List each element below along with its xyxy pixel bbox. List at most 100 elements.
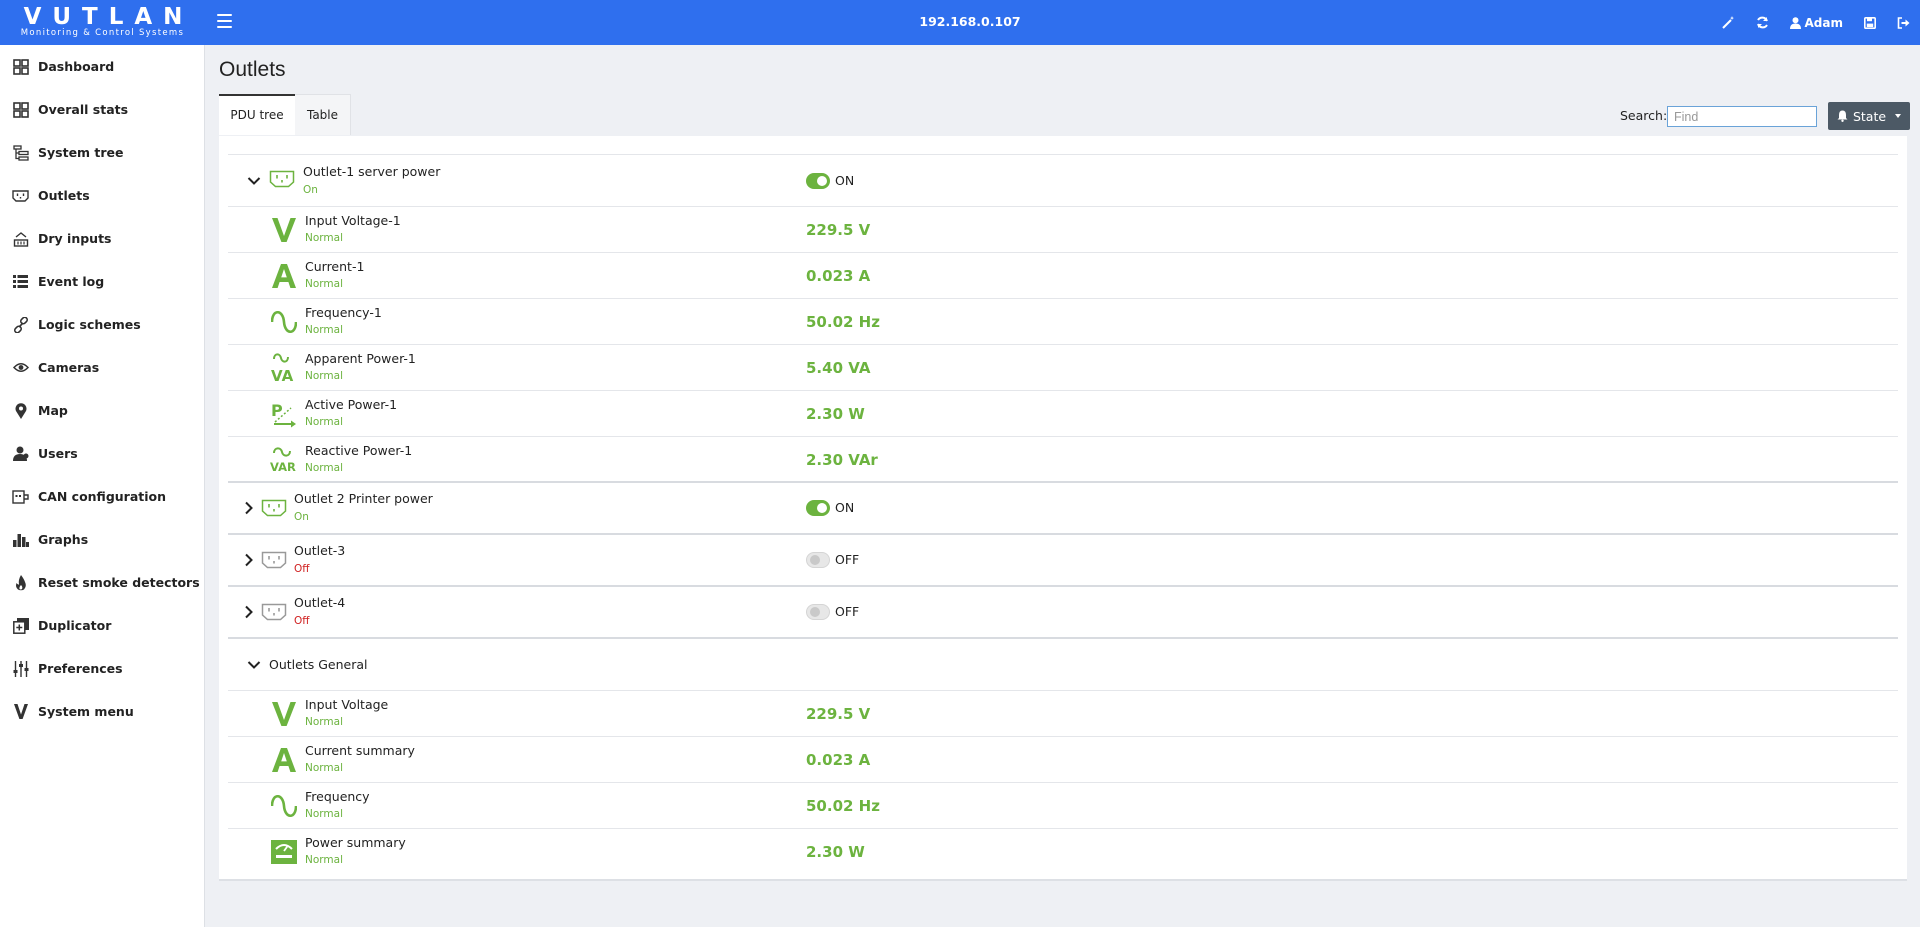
sidebar-item-label: Map [38,403,68,418]
sidebar-item-dashboard[interactable]: Dashboard [0,45,204,88]
chevron-right-icon[interactable] [242,501,256,515]
sidebar-item-reset-smoke-detectors[interactable]: Reset smoke detectors [0,561,204,604]
sensor-name: Input Voltage-1 [305,213,401,228]
sidebar-item-label: Overall stats [38,102,129,117]
state-button-label: State [1852,108,1887,124]
sensor-row[interactable]: Input Voltage Normal 229.5 V [228,691,1898,737]
chevron-down-icon[interactable] [247,174,261,188]
sidebar-item-map[interactable]: Map [0,389,204,432]
caret-down-icon [1895,114,1902,118]
sidebar-item-can-configuration[interactable]: CAN configuration [0,475,204,518]
sidebar-item-logic-schemes[interactable]: Logic schemes [0,303,204,346]
sensor-value: 2.30 W [806,843,865,861]
svg-text:P: P [271,401,283,420]
sensor-name: Active Power-1 [305,397,398,412]
sidebar-item-users[interactable]: Users [0,432,204,475]
chevron-right-icon[interactable] [242,605,256,619]
sensor-status: Normal [305,324,343,336]
outlets-general-row[interactable]: Outlets General [228,639,1898,691]
sensor-row[interactable]: Input Voltage-1 Normal 229.5 V [228,207,1898,253]
svg-text:VAR: VAR [270,460,296,473]
sensor-name: Input Voltage [305,697,389,712]
sensor-status: Normal [305,278,343,290]
group-title: Outlets General [269,657,368,672]
user-name: Adam [1804,15,1843,30]
tab-pdu-tree[interactable]: PDU tree [219,94,295,135]
voltage-icon [270,214,298,246]
sensor-row[interactable]: Current summary Normal 0.023 A [228,737,1898,783]
sidebar-item-preferences[interactable]: Preferences [0,647,204,690]
pdu-tree-panel: Outlet-1 server power On ON Input Voltag… [219,136,1907,881]
sidebar-item-label: Dashboard [38,59,115,74]
sensor-name: Power summary [305,835,406,850]
fire-icon [12,574,29,591]
search-input[interactable] [1667,106,1817,127]
sensor-status: Normal [305,370,343,382]
sensor-name: Reactive Power-1 [305,443,413,458]
sidebar-item-label: Dry inputs [38,231,112,246]
sidebar-item-system-menu[interactable]: System menu [0,690,204,733]
sensor-value: 2.30 W [806,405,865,423]
outlet-icon [12,187,29,204]
outlet-row[interactable]: Outlet-3 Off OFF [228,535,1898,587]
outlet-row[interactable]: Outlet-1 server power On ON [228,155,1898,207]
sidebar-item-duplicator[interactable]: Duplicator [0,604,204,647]
sensor-row[interactable]: Frequency Normal 50.02 Hz [228,783,1898,829]
outlet-state: On [303,184,318,196]
bell-icon [1837,110,1848,122]
grid-icon [12,101,29,118]
hamburger-menu-icon[interactable] [217,14,232,28]
voltage-icon [270,698,298,730]
outlet-row[interactable]: Outlet 2 Printer power On ON [228,483,1898,535]
apparent-power-icon: VA [270,352,298,384]
outlet-row[interactable]: Outlet-4 Off OFF [228,587,1898,639]
sidebar-item-system-tree[interactable]: System tree [0,131,204,174]
sensor-row[interactable]: Power summary Normal 2.30 W [228,829,1898,875]
outlet-power-toggle[interactable] [806,552,830,568]
tab-table[interactable]: Table [295,94,351,135]
page-title: Outlets [219,58,286,81]
outlet-power-toggle[interactable] [806,172,830,189]
sensor-row[interactable]: VA Apparent Power-1 Normal 5.40 VA [228,345,1898,391]
list-icon [12,273,29,290]
sidebar-item-label: Outlets [38,188,90,203]
active-power-icon: P [270,398,298,430]
sidebar-item-label: System menu [38,704,134,719]
sensor-row[interactable]: P Active Power-1 Normal 2.30 W [228,391,1898,437]
sidebar-item-overall-stats[interactable]: Overall stats [0,88,204,131]
frequency-icon [270,790,298,822]
sidebar-item-cameras[interactable]: Cameras [0,346,204,389]
sensor-row[interactable]: Frequency-1 Normal 50.02 Hz [228,299,1898,345]
sidebar-item-dry-inputs[interactable]: Dry inputs [0,217,204,260]
vutlan-logo[interactable]: VUTLAN Monitoring & Control Systems [0,0,205,45]
state-filter-button[interactable]: State [1828,102,1910,130]
sensor-value: 0.023 A [806,751,871,769]
sensor-row[interactable]: Current-1 Normal 0.023 A [228,253,1898,299]
refresh-icon[interactable] [1756,16,1769,29]
outlet-state: Off [294,615,310,627]
outlet-name: Outlet-1 server power [303,164,441,179]
pdu-tree: Outlet-1 server power On ON Input Voltag… [228,154,1898,875]
user-menu[interactable]: Adam [1789,15,1843,30]
sensor-value: 229.5 V [806,221,871,239]
toggle-label: ON [835,172,855,188]
outlet-power-toggle[interactable] [806,604,830,620]
sensor-row[interactable]: VAR Reactive Power-1 Normal 2.30 VAr [228,437,1898,483]
outlet-state: Off [294,563,310,575]
outlet-power-toggle[interactable] [806,500,830,516]
chevron-down-icon[interactable] [247,658,261,672]
chevron-right-icon[interactable] [242,553,256,567]
sidebar-item-label: Preferences [38,661,123,676]
sidebar-item-graphs[interactable]: Graphs [0,518,204,561]
map-marker-icon [12,402,29,419]
save-icon[interactable] [1864,16,1876,29]
sidebar-item-outlets[interactable]: Outlets [0,174,204,217]
sensor-status: Normal [305,232,343,244]
sidebar-item-event-log[interactable]: Event log [0,260,204,303]
magic-wand-icon[interactable] [1721,16,1735,29]
logout-icon[interactable] [1897,16,1910,29]
vutlan-v-icon [12,703,29,720]
outlet-icon [261,551,287,569]
sensor-status: Normal [305,808,343,820]
logo-main-text: VUTLAN [23,4,194,30]
